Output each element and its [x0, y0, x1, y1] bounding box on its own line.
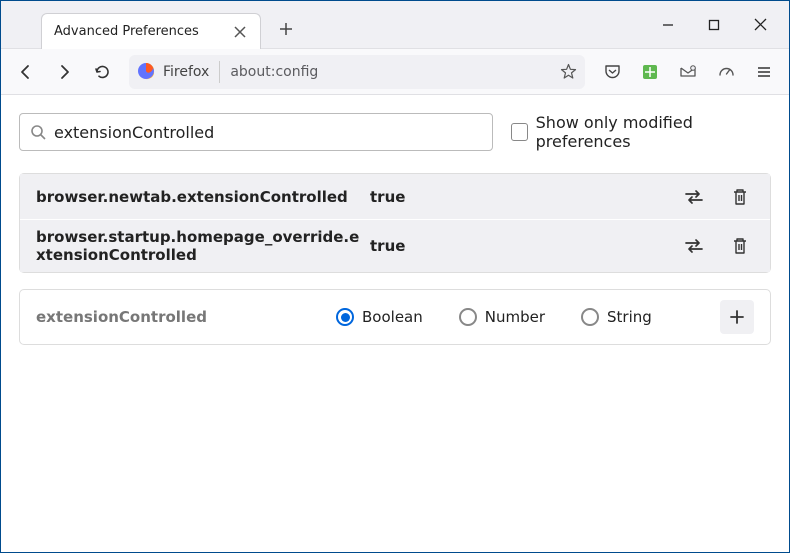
titlebar: Advanced Preferences: [1, 1, 789, 49]
delete-icon[interactable]: [726, 232, 754, 260]
reload-button[interactable]: [85, 55, 119, 89]
bookmark-star-icon[interactable]: [560, 63, 577, 80]
close-tab-icon[interactable]: [232, 24, 248, 40]
toggle-icon[interactable]: [680, 232, 708, 260]
add-preference-row: extensionControlled Boolean Number Strin…: [19, 289, 771, 345]
checkbox-icon[interactable]: [511, 123, 528, 141]
type-radio-group: Boolean Number String: [336, 308, 652, 326]
delete-icon[interactable]: [726, 183, 754, 211]
preference-list: browser.newtab.extensionControlled true …: [19, 173, 771, 273]
forward-button[interactable]: [47, 55, 81, 89]
window-controls: [645, 1, 789, 48]
url-bar[interactable]: Firefox about:config: [129, 55, 585, 89]
search-box[interactable]: [19, 113, 493, 151]
show-modified-checkbox-label[interactable]: Show only modified preferences: [511, 113, 771, 151]
mail-icon[interactable]: [671, 55, 705, 89]
url-text: about:config: [230, 64, 318, 80]
radio-string[interactable]: String: [581, 308, 652, 326]
preference-name: browser.startup.homepage_override.extens…: [36, 228, 364, 264]
maximize-button[interactable]: [691, 5, 737, 45]
search-input[interactable]: [54, 123, 482, 142]
preference-name: browser.newtab.extensionControlled: [36, 188, 364, 206]
add-preference-name: extensionControlled: [36, 308, 336, 326]
search-row: Show only modified preferences: [19, 113, 771, 151]
toggle-icon[interactable]: [680, 183, 708, 211]
radio-icon[interactable]: [459, 308, 477, 326]
url-divider: [219, 61, 220, 83]
radio-boolean[interactable]: Boolean: [336, 308, 423, 326]
back-button[interactable]: [9, 55, 43, 89]
search-icon: [30, 124, 46, 140]
new-tab-button[interactable]: [271, 14, 301, 44]
checkbox-text: Show only modified preferences: [536, 113, 771, 151]
minimize-button[interactable]: [645, 5, 691, 45]
radio-icon[interactable]: [336, 308, 354, 326]
radio-icon[interactable]: [581, 308, 599, 326]
radio-number[interactable]: Number: [459, 308, 545, 326]
menu-button[interactable]: [747, 55, 781, 89]
extension-icon[interactable]: [633, 55, 667, 89]
pocket-icon[interactable]: [595, 55, 629, 89]
firefox-icon: [137, 62, 157, 82]
browser-tab[interactable]: Advanced Preferences: [41, 13, 261, 49]
preference-row: browser.startup.homepage_override.extens…: [20, 220, 770, 272]
watermark: © PCrisk.com: [78, 425, 711, 518]
add-button[interactable]: [720, 300, 754, 334]
page-content: © PCrisk.com Show only modified preferen…: [1, 95, 789, 552]
close-window-button[interactable]: [737, 5, 783, 45]
preference-value: true: [370, 237, 405, 255]
dashboard-icon[interactable]: [709, 55, 743, 89]
tab-title: Advanced Preferences: [54, 24, 232, 39]
preference-row: browser.newtab.extensionControlled true: [20, 174, 770, 220]
nav-toolbar: Firefox about:config: [1, 49, 789, 95]
url-identity-label: Firefox: [163, 64, 209, 80]
preference-value: true: [370, 188, 405, 206]
